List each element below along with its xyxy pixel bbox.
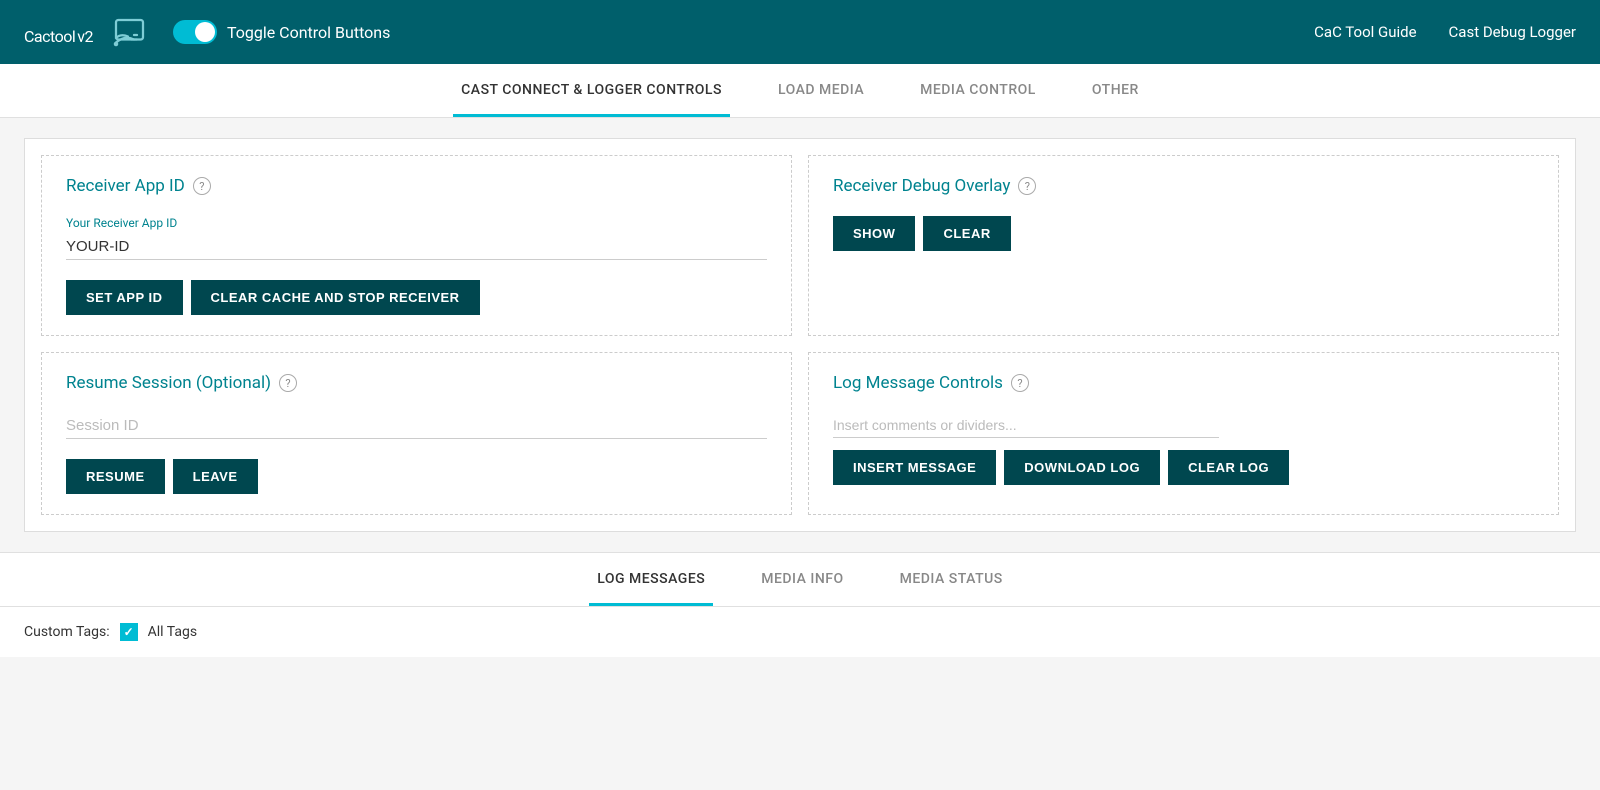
receiver-app-id-help-icon[interactable]: ? — [193, 177, 211, 195]
clear-log-button[interactable]: CLEAR LOG — [1168, 450, 1289, 485]
toggle-control-area: Toggle Control Buttons — [173, 20, 390, 44]
resume-session-buttons: RESUME LEAVE — [66, 459, 767, 494]
custom-tags-row: Custom Tags: All Tags — [0, 607, 1600, 657]
log-message-input[interactable] — [833, 413, 1219, 438]
app-header: Cactoolv2 Toggle Control Buttons CaC Too… — [0, 0, 1600, 64]
cac-tool-guide-link[interactable]: CaC Tool Guide — [1314, 23, 1416, 41]
log-message-controls-title: Log Message Controls ? — [833, 373, 1534, 393]
bottom-tab-bar: LOG MESSAGES MEDIA INFO MEDIA STATUS — [0, 553, 1600, 607]
resume-button[interactable]: RESUME — [66, 459, 165, 494]
resume-session-title: Resume Session (Optional) ? — [66, 373, 767, 393]
tab-media-info[interactable]: MEDIA INFO — [753, 553, 851, 606]
show-button[interactable]: SHOW — [833, 216, 915, 251]
tab-cast-connect[interactable]: CAST CONNECT & LOGGER CONTROLS — [453, 64, 730, 117]
log-controls-row: INSERT MESSAGE DOWNLOAD LOG CLEAR LOG — [833, 413, 1534, 485]
insert-message-button[interactable]: INSERT MESSAGE — [833, 450, 996, 485]
clear-overlay-button[interactable]: CLEAR — [923, 216, 1010, 251]
custom-tags-label: Custom Tags: — [24, 624, 110, 640]
leave-button[interactable]: LEAVE — [173, 459, 258, 494]
set-app-id-button[interactable]: SET APP ID — [66, 280, 183, 315]
receiver-app-id-input[interactable] — [66, 234, 767, 260]
app-logo: Cactoolv2 — [24, 16, 93, 49]
cast-debug-logger-link[interactable]: Cast Debug Logger — [1449, 23, 1576, 41]
resume-session-help-icon[interactable]: ? — [279, 374, 297, 392]
toggle-control-label: Toggle Control Buttons — [227, 23, 390, 42]
receiver-debug-overlay-buttons: SHOW CLEAR — [833, 216, 1534, 251]
receiver-app-id-panel: Receiver App ID ? Your Receiver App ID S… — [41, 155, 792, 336]
tab-media-control[interactable]: MEDIA CONTROL — [912, 64, 1044, 117]
header-nav: CaC Tool Guide Cast Debug Logger — [1314, 23, 1576, 41]
bottom-section: LOG MESSAGES MEDIA INFO MEDIA STATUS Cus… — [0, 552, 1600, 657]
log-buttons: INSERT MESSAGE DOWNLOAD LOG CLEAR LOG — [833, 450, 1289, 485]
receiver-debug-overlay-title: Receiver Debug Overlay ? — [833, 176, 1534, 196]
receiver-debug-overlay-panel: Receiver Debug Overlay ? SHOW CLEAR — [808, 155, 1559, 336]
tab-load-media[interactable]: LOAD MEDIA — [770, 64, 872, 117]
receiver-app-id-buttons: SET APP ID CLEAR CACHE AND STOP RECEIVER — [66, 280, 767, 315]
receiver-debug-overlay-help-icon[interactable]: ? — [1018, 177, 1036, 195]
log-message-controls-help-icon[interactable]: ? — [1011, 374, 1029, 392]
panels-grid: Receiver App ID ? Your Receiver App ID S… — [24, 138, 1576, 532]
receiver-app-id-title: Receiver App ID ? — [66, 176, 767, 196]
toggle-control-switch[interactable] — [173, 20, 217, 44]
session-id-input[interactable] — [66, 413, 767, 439]
receiver-app-id-input-label: Your Receiver App ID — [66, 216, 767, 230]
main-tab-bar: CAST CONNECT & LOGGER CONTROLS LOAD MEDI… — [0, 64, 1600, 118]
clear-cache-button[interactable]: CLEAR CACHE AND STOP RECEIVER — [191, 280, 480, 315]
tab-media-status[interactable]: MEDIA STATUS — [892, 553, 1011, 606]
download-log-button[interactable]: DOWNLOAD LOG — [1004, 450, 1160, 485]
resume-session-panel: Resume Session (Optional) ? RESUME LEAVE — [41, 352, 792, 515]
all-tags-checkbox[interactable] — [120, 623, 138, 641]
all-tags-label: All Tags — [148, 624, 197, 640]
tab-other[interactable]: OTHER — [1084, 64, 1147, 117]
log-message-controls-panel: Log Message Controls ? INSERT MESSAGE DO… — [808, 352, 1559, 515]
main-content: Receiver App ID ? Your Receiver App ID S… — [0, 118, 1600, 552]
tab-log-messages[interactable]: LOG MESSAGES — [589, 553, 713, 606]
cast-icon — [113, 14, 149, 50]
